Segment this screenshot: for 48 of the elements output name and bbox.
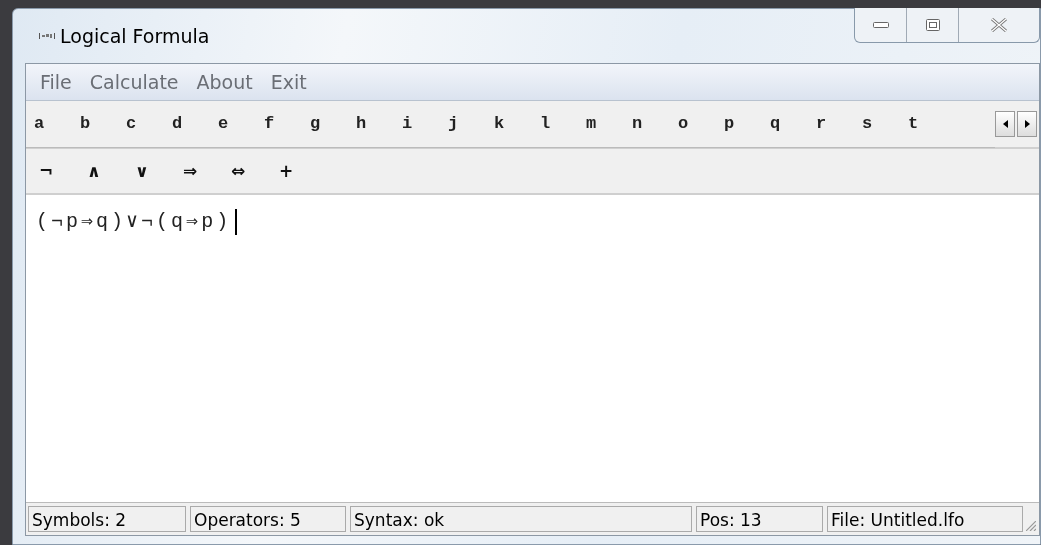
maximize-icon xyxy=(925,19,940,31)
letter-button[interactable]: d xyxy=(172,108,218,139)
status-pane: Symbols: 2 xyxy=(28,506,186,532)
text-caret xyxy=(235,209,238,235)
operator-button[interactable]: ∧ xyxy=(84,156,104,186)
letter-button[interactable]: p xyxy=(724,108,770,139)
letter-button[interactable]: l xyxy=(540,108,586,139)
letter-button[interactable]: k xyxy=(494,108,540,139)
operator-button[interactable]: ⇒ xyxy=(180,156,200,186)
letter-button[interactable]: h xyxy=(356,108,402,139)
operator-button[interactable]: + xyxy=(276,156,296,186)
letter-button[interactable]: m xyxy=(586,108,632,139)
minimize-icon xyxy=(872,22,889,28)
letter-button[interactable]: q xyxy=(770,108,816,139)
letter-button[interactable]: e xyxy=(218,108,264,139)
letter-button[interactable]: r xyxy=(816,108,862,139)
app-icon xyxy=(39,32,55,40)
letter-button[interactable]: t xyxy=(908,108,954,139)
letter-button[interactable]: b xyxy=(80,108,126,139)
letter-button[interactable]: j xyxy=(448,108,494,139)
letter-button[interactable]: s xyxy=(862,108,908,139)
operator-button[interactable]: ¬ xyxy=(36,156,56,186)
letter-button[interactable]: i xyxy=(402,108,448,139)
formula-editor[interactable]: (¬p⇒q)∨¬(q⇒p) xyxy=(26,195,1039,503)
status-pane: Syntax: ok xyxy=(350,506,692,532)
letter-button[interactable]: n xyxy=(632,108,678,139)
left-arrow-icon xyxy=(1002,120,1008,128)
window-title: Logical Formula xyxy=(60,25,210,47)
scroll-right-button[interactable] xyxy=(1017,111,1037,137)
menu-item[interactable]: File xyxy=(34,71,78,93)
letter-button[interactable]: o xyxy=(678,108,724,139)
operator-button[interactable]: ⇔ xyxy=(228,156,248,186)
letter-button[interactable]: c xyxy=(126,108,172,139)
status-pane: File: Untitled.lfo xyxy=(827,506,1023,532)
letter-button[interactable]: g xyxy=(310,108,356,139)
scroll-left-button[interactable] xyxy=(995,111,1015,137)
status-pane: Pos: 13 xyxy=(696,506,823,532)
letter-button[interactable]: f xyxy=(264,108,310,139)
close-icon xyxy=(990,18,1008,32)
operator-button[interactable]: ∨ xyxy=(132,156,152,186)
letter-button[interactable]: a xyxy=(34,108,80,139)
right-arrow-icon xyxy=(1024,120,1030,128)
menu-item[interactable]: Exit xyxy=(264,71,313,93)
resize-grip-icon xyxy=(1026,521,1036,531)
menu-item[interactable]: About xyxy=(190,71,259,93)
status-pane: Operators: 5 xyxy=(190,506,346,532)
menu-item[interactable]: Calculate xyxy=(83,71,185,93)
formula-text: (¬p⇒q)∨¬(q⇒p) xyxy=(36,209,232,235)
